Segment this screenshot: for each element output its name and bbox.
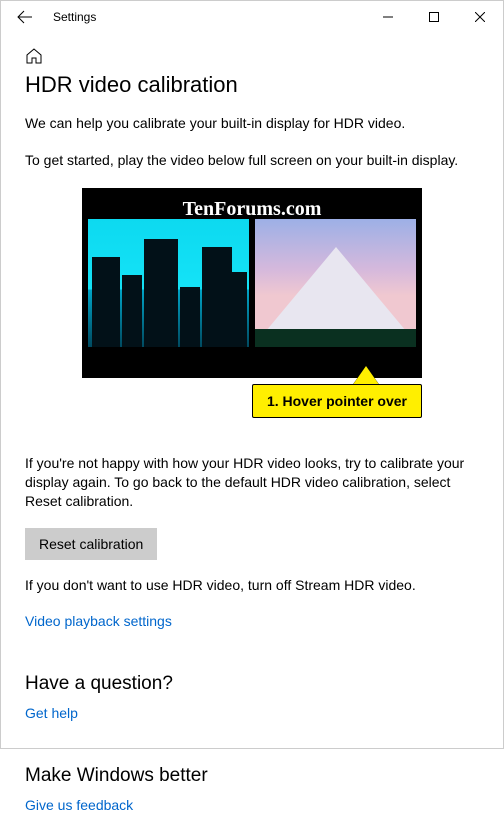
get-started-text: To get started, play the video below ful… bbox=[25, 151, 479, 170]
get-help-link[interactable]: Get help bbox=[25, 705, 78, 721]
intro-text: We can help you calibrate your built-in … bbox=[25, 114, 479, 133]
close-button[interactable] bbox=[457, 1, 503, 33]
back-button[interactable] bbox=[9, 1, 41, 33]
maximize-icon bbox=[429, 12, 439, 22]
home-button[interactable] bbox=[25, 47, 479, 68]
titlebar: Settings bbox=[1, 1, 503, 33]
maximize-button[interactable] bbox=[411, 1, 457, 33]
close-icon bbox=[475, 12, 485, 22]
callout-arrow-icon bbox=[352, 366, 380, 386]
window-title: Settings bbox=[53, 10, 96, 24]
video-pane-left bbox=[88, 219, 249, 347]
reset-calibration-button[interactable]: Reset calibration bbox=[25, 528, 157, 560]
video-pane-right bbox=[255, 219, 416, 347]
feedback-heading: Make Windows better bbox=[25, 765, 479, 787]
not-happy-text: If you're not happy with how your HDR vi… bbox=[25, 454, 479, 511]
minimize-icon bbox=[383, 12, 393, 22]
question-heading: Have a question? bbox=[25, 673, 479, 695]
dont-want-text: If you don't want to use HDR video, turn… bbox=[25, 576, 479, 595]
page-heading: HDR video calibration bbox=[25, 72, 479, 98]
minimize-button[interactable] bbox=[365, 1, 411, 33]
back-arrow-icon bbox=[17, 9, 33, 25]
callout-label: 1. Hover pointer over bbox=[252, 384, 422, 418]
video-playback-settings-link[interactable]: Video playback settings bbox=[25, 613, 172, 629]
video-preview[interactable]: TenForums.com bbox=[82, 188, 422, 378]
window-controls bbox=[365, 1, 503, 33]
content-area: HDR video calibration We can help you ca… bbox=[1, 33, 503, 813]
give-feedback-link[interactable]: Give us feedback bbox=[25, 797, 133, 813]
home-icon bbox=[25, 47, 43, 65]
watermark-text: TenForums.com bbox=[183, 198, 322, 221]
annotation-callout: 1. Hover pointer over bbox=[82, 380, 422, 426]
